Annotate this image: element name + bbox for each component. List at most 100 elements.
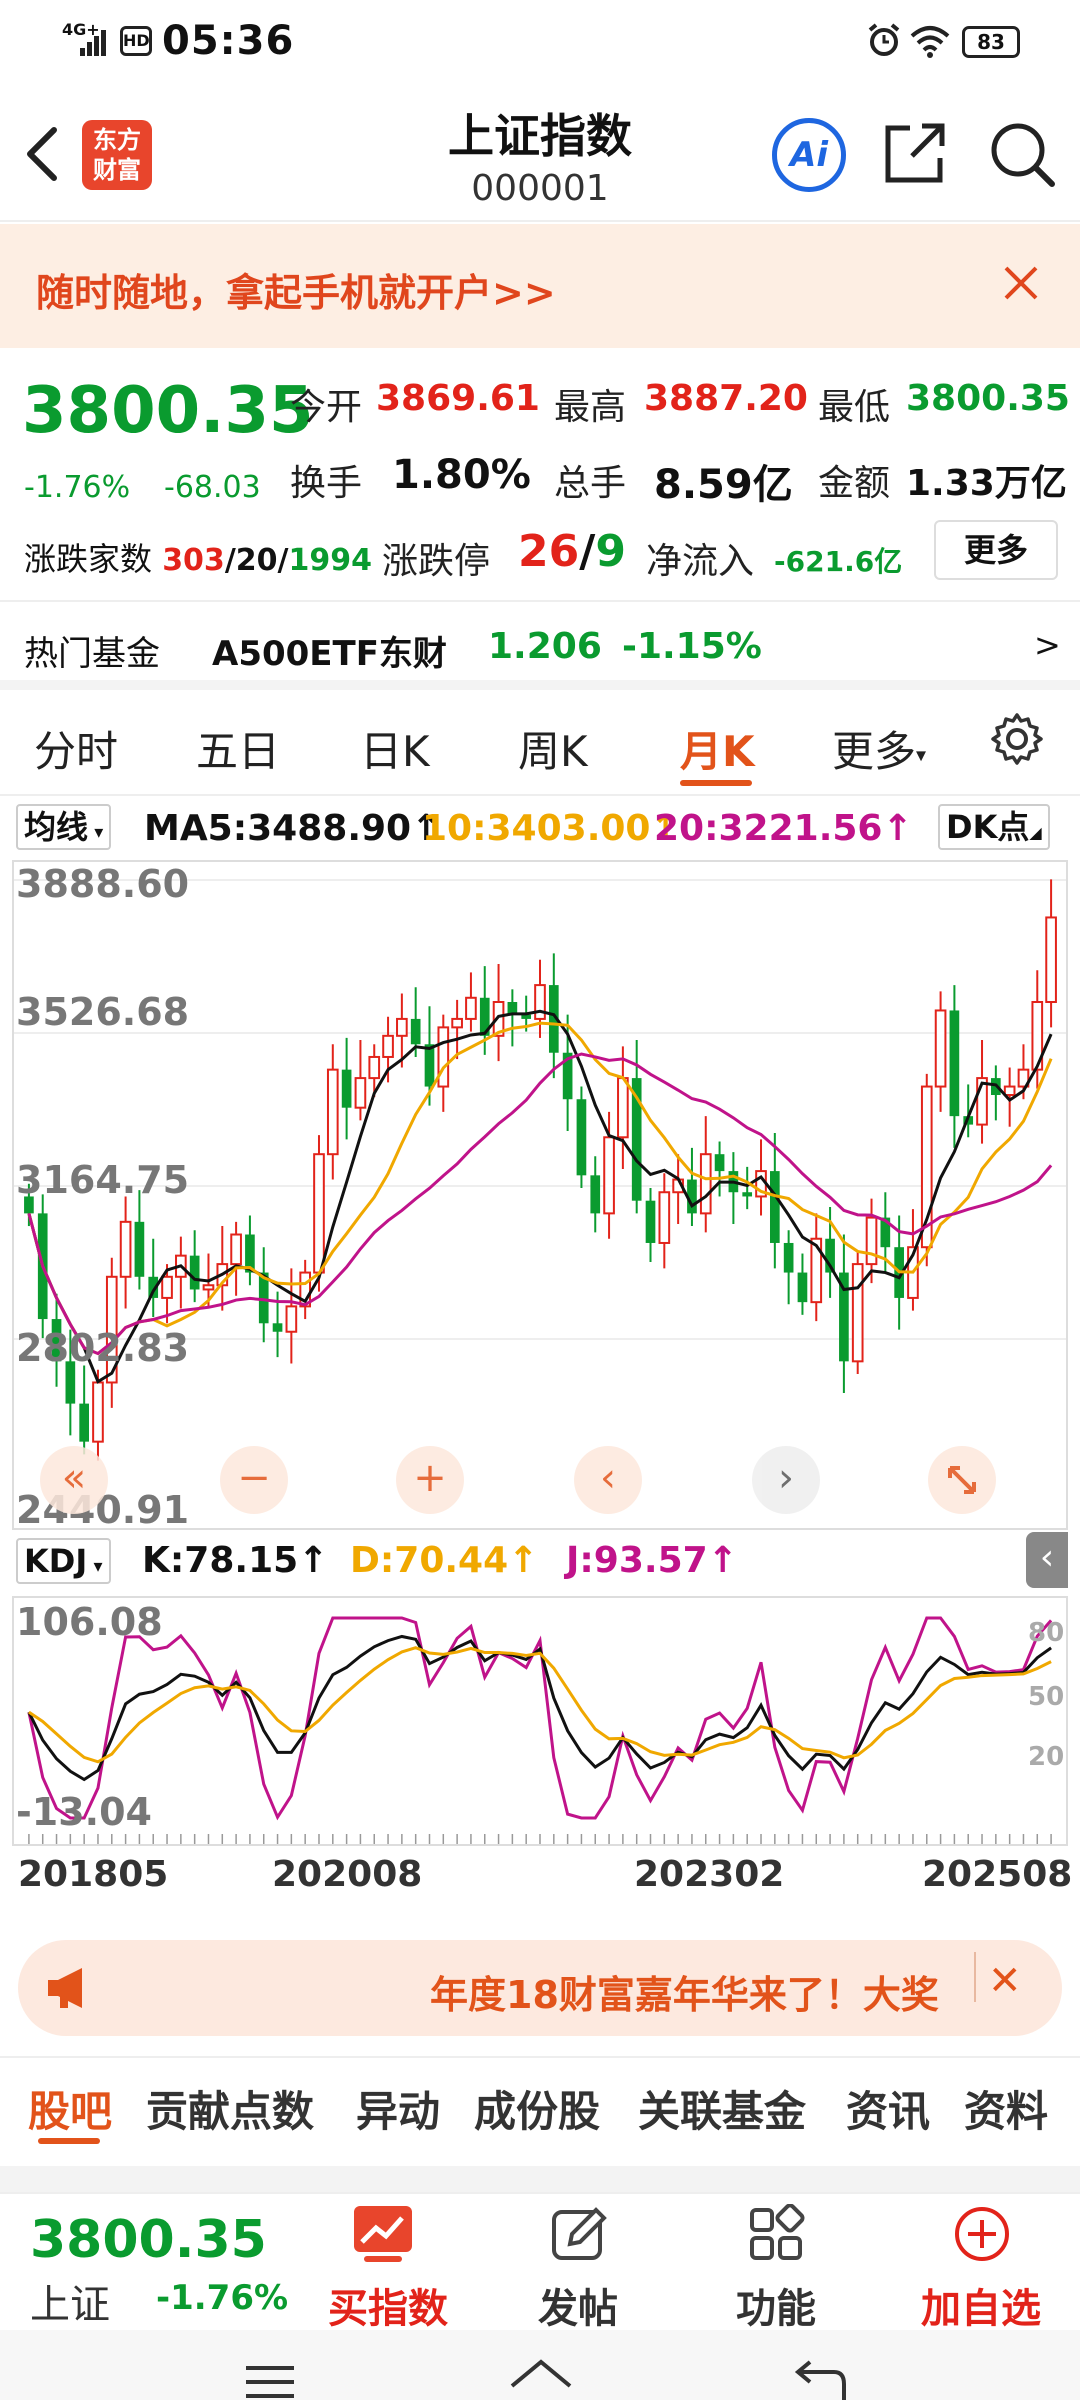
scroll-left-button[interactable]: ‹	[574, 1446, 642, 1514]
caret-down-icon: ▾	[916, 742, 927, 767]
close-icon[interactable]: ✕	[988, 1958, 1022, 2004]
tab-monthly-k[interactable]: 月K	[680, 718, 755, 779]
candle-body	[865, 1216, 878, 1266]
candle-body	[396, 1017, 408, 1037]
high-value: 3887.20	[644, 378, 808, 419]
tab-daily-k[interactable]: 日K	[360, 718, 430, 779]
tab-constituents[interactable]: 成份股	[474, 2078, 600, 2139]
limit-label: 涨跌停	[382, 541, 491, 582]
edit-icon	[552, 2207, 607, 2260]
hd-icon: HD	[120, 26, 152, 56]
y-tick-1: 3888.60	[16, 862, 190, 906]
back-nav-icon[interactable]	[790, 2358, 850, 2400]
tab-five-day[interactable]: 五日	[196, 718, 280, 779]
scroll-left-far-button[interactable]: «	[40, 1446, 108, 1514]
back-arrow-icon[interactable]	[20, 124, 64, 184]
scroll-right-button[interactable]: ›	[752, 1446, 820, 1514]
candle-body	[92, 1381, 104, 1443]
tab-more-label: 更多	[832, 727, 917, 776]
banner-text[interactable]: 随时随地，拿起手机就开户>>	[36, 262, 556, 317]
open-label: 今开	[290, 387, 363, 428]
add-watchlist-button[interactable]: 加自选	[906, 2204, 1056, 2332]
functions-button[interactable]: 功能	[718, 2204, 834, 2332]
ma20-line	[27, 1052, 1053, 1356]
candle-body	[645, 1200, 656, 1243]
breadth-flat: 20	[235, 543, 278, 578]
tab-contribution[interactable]: 贡献点数	[146, 2078, 314, 2139]
turnover-label: 换手	[290, 463, 363, 504]
ma10-value: 10:3403.00↑	[422, 808, 681, 849]
tab-intraday[interactable]: 分时	[34, 718, 118, 779]
candle-body	[189, 1255, 200, 1290]
footer-price: 3800.35	[30, 2210, 267, 2270]
more-quote-button[interactable]: 更多	[934, 520, 1058, 580]
kdj-ref-50: 50	[1028, 1682, 1065, 1712]
caret-down-icon: ▾	[88, 822, 104, 843]
candle-body	[590, 1175, 601, 1214]
change-percent: -1.76%	[24, 470, 131, 505]
page-title: 上证指数	[448, 109, 632, 163]
collapse-panel-button[interactable]: ‹	[1026, 1532, 1068, 1588]
alarm-icon	[868, 23, 900, 56]
ai-assistant-button[interactable]: Ai	[772, 118, 846, 192]
high-label: 最高	[554, 387, 627, 428]
zoom-in-button[interactable]: +	[396, 1446, 464, 1514]
candle-body	[617, 1077, 629, 1139]
tab-related-funds[interactable]: 关联基金	[638, 2078, 806, 2139]
fullscreen-icon[interactable]	[928, 1446, 996, 1514]
candle-body	[1045, 916, 1057, 1004]
tab-profile[interactable]: 资料	[964, 2078, 1048, 2139]
buy-index-button[interactable]: 买指数	[320, 2204, 456, 2332]
candle-body	[161, 1275, 173, 1299]
buy-index-label: 买指数	[328, 2286, 448, 2332]
x-tick-2: 202008	[272, 1854, 423, 1895]
kdj-chart[interactable]	[14, 1598, 1066, 1844]
inflow-value: -621.6亿	[774, 545, 903, 578]
y-tick-4: 2802.83	[16, 1326, 190, 1370]
tab-more[interactable]: 更多▾	[832, 718, 926, 779]
candle-body	[341, 1069, 352, 1108]
tab-weekly-k[interactable]: 周K	[518, 718, 588, 779]
candle-body	[202, 1284, 215, 1291]
trend-chart-icon	[354, 2206, 412, 2262]
chevron-right-icon[interactable]: >	[1034, 626, 1061, 664]
stock-code: 000001	[471, 168, 609, 209]
tab-movement[interactable]: 异动	[356, 2078, 440, 2139]
candle-body	[603, 1136, 615, 1215]
promo-text[interactable]: 年度18财富嘉年华来了！大奖	[430, 1964, 939, 2019]
post-button[interactable]: 发帖	[520, 2204, 636, 2332]
kdj-k-line	[27, 1634, 1052, 1782]
candle-body	[658, 1191, 671, 1244]
candle-body	[465, 996, 477, 1020]
gear-icon[interactable]	[990, 712, 1044, 766]
candle-body	[1003, 1085, 1016, 1097]
inflow-label: 净流入	[646, 541, 755, 582]
divider	[0, 2166, 1080, 2192]
amount-label: 金额	[818, 463, 891, 504]
kdj-selector[interactable]: KDJ ▾	[16, 1538, 111, 1584]
tab-news[interactable]: 资讯	[846, 2078, 930, 2139]
current-price: 3800.35	[22, 374, 314, 448]
share-icon[interactable]	[882, 120, 948, 186]
breadth-row: 涨跌家数 303/20/1994	[24, 540, 372, 578]
close-icon[interactable]	[998, 260, 1044, 306]
candle-body	[79, 1403, 89, 1442]
search-icon[interactable]	[988, 120, 1056, 188]
tab-forum[interactable]: 股吧	[28, 2078, 112, 2139]
candle-body	[851, 1263, 864, 1363]
menu-icon[interactable]	[240, 2360, 300, 2400]
home-icon[interactable]	[506, 2356, 576, 2400]
ma-selector[interactable]: 均线 ▾	[16, 804, 112, 850]
x-tick-1: 201805	[18, 1854, 169, 1895]
ma5-value: MA5:3488.90↑	[144, 808, 442, 849]
hot-fund-name[interactable]: A500ETF东财	[212, 626, 447, 675]
megaphone-icon	[48, 1968, 82, 2008]
candle-body	[424, 1044, 435, 1087]
candle-body	[326, 1068, 339, 1156]
candle-body	[313, 1153, 325, 1274]
zoom-out-button[interactable]: −	[220, 1446, 288, 1514]
x-tick-4: 202508	[922, 1854, 1073, 1895]
candle-body	[534, 984, 546, 1020]
candle-body	[714, 1154, 725, 1172]
dk-point-button[interactable]: DK点◢	[938, 804, 1050, 850]
